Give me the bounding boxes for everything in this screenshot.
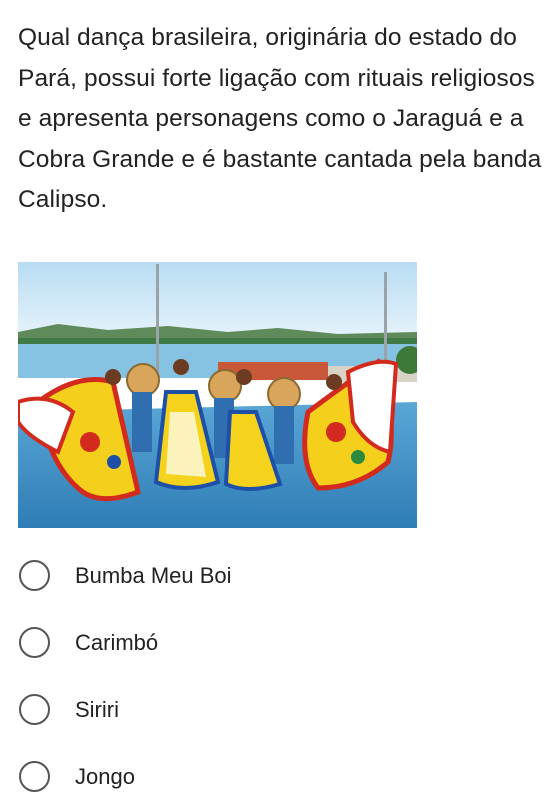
option-label: Carimbó [75,629,159,655]
option-label: Jongo [75,763,135,789]
option-bumba-meu-boi[interactable]: Bumba Meu Boi [18,542,538,609]
radio-circle-icon[interactable] [19,627,50,658]
answer-options: Bumba Meu Boi Carimbó Siriri Jongo [18,542,538,810]
option-label: Siriri [75,696,119,722]
dancers-photo [18,262,417,528]
radio-circle-icon[interactable] [19,761,50,792]
photo-dancers [18,358,399,502]
option-siriri[interactable]: Siriri [18,676,538,743]
radio-circle-icon[interactable] [19,560,50,591]
question-text: Qual dança brasileira, originária do est… [18,24,542,213]
option-jongo[interactable]: Jongo [18,743,538,810]
option-carimbo[interactable]: Carimbó [18,609,538,676]
option-label: Bumba Meu Boi [75,562,232,588]
radio-circle-icon[interactable] [19,694,50,725]
